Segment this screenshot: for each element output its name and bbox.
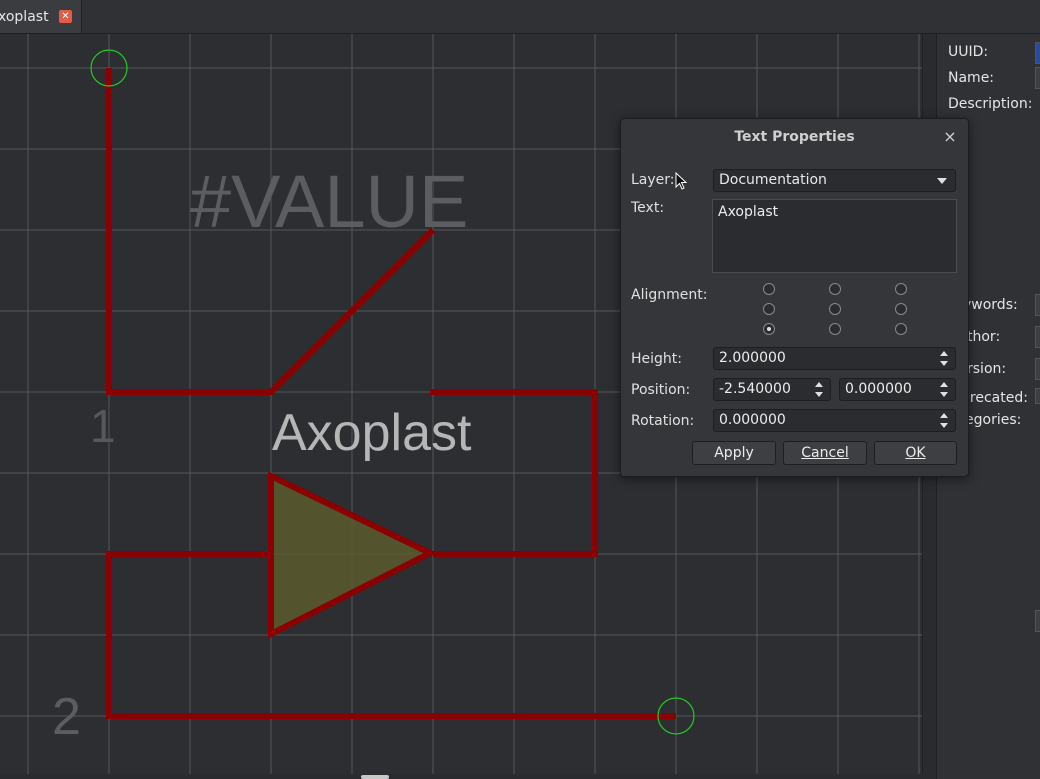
- apply-button[interactable]: Apply: [692, 441, 776, 465]
- spin-arrows-icon[interactable]: [940, 382, 950, 398]
- amplifier-triangle-fill[interactable]: [271, 476, 430, 634]
- position-y-value: 0.000000: [845, 381, 912, 397]
- rotation-label: Rotation:: [631, 413, 695, 429]
- tab-bar: xoplast ✕: [0, 0, 1040, 34]
- name-text[interactable]: Axoplast: [272, 404, 472, 462]
- deprecated-label: precated:: [961, 390, 1028, 406]
- layer-label: Layer:: [631, 172, 675, 188]
- position-y-spinbox[interactable]: 0.000000: [839, 378, 956, 401]
- text-properties-dialog: Text Properties × Layer: Documentation T…: [620, 118, 969, 477]
- value-text[interactable]: #VALUE: [190, 160, 468, 243]
- text-input[interactable]: Axoplast: [712, 199, 957, 273]
- position-x-spinbox[interactable]: -2.540000: [713, 378, 831, 401]
- align-top-right-radio[interactable]: [895, 283, 907, 295]
- align-top-center-radio[interactable]: [829, 283, 841, 295]
- height-label: Height:: [631, 351, 682, 367]
- author-field[interactable]: [1035, 326, 1040, 348]
- alignment-label: Alignment:: [631, 287, 708, 303]
- name-field[interactable]: [1035, 67, 1040, 89]
- pin2-label: 2: [52, 688, 81, 746]
- rotation-spinbox[interactable]: 0.000000: [713, 409, 956, 432]
- mouse-cursor-icon: [675, 172, 687, 190]
- spin-arrows-icon[interactable]: [940, 351, 950, 367]
- author-label: thor:: [967, 329, 1001, 345]
- height-spinbox[interactable]: 2.000000: [713, 347, 956, 370]
- tab-axoplast[interactable]: xoplast ✕: [0, 0, 82, 33]
- position-x-value: -2.540000: [719, 381, 791, 397]
- align-middle-right-radio[interactable]: [895, 303, 907, 315]
- uuid-label: UUID:: [948, 44, 989, 60]
- version-label: rsion:: [967, 361, 1007, 377]
- close-icon[interactable]: ×: [942, 127, 958, 146]
- align-middle-left-radio[interactable]: [763, 303, 775, 315]
- position-label: Position:: [631, 382, 691, 398]
- align-bottom-right-radio[interactable]: [895, 323, 907, 335]
- deprecated-checkbox[interactable]: [1035, 388, 1040, 404]
- align-top-left-radio[interactable]: [763, 283, 775, 295]
- align-bottom-left-radio[interactable]: [763, 323, 775, 335]
- scrollbar-thumb[interactable]: [361, 775, 389, 779]
- align-bottom-center-radio[interactable]: [829, 323, 841, 335]
- ok-button[interactable]: OK: [874, 441, 957, 465]
- cancel-button[interactable]: Cancel: [783, 441, 867, 465]
- name-label: Name:: [948, 70, 995, 86]
- pin1-label: 1: [90, 400, 116, 452]
- layer-select-value: Documentation: [719, 172, 827, 188]
- spin-arrows-icon[interactable]: [940, 413, 950, 429]
- horizontal-scrollbar[interactable]: [0, 774, 936, 779]
- align-middle-center-radio[interactable]: [829, 303, 841, 315]
- chevron-down-icon: [937, 178, 947, 184]
- keywords-label: ywords:: [963, 297, 1018, 313]
- uuid-field[interactable]: [1035, 42, 1040, 64]
- layer-select[interactable]: Documentation: [713, 169, 956, 192]
- rotation-value: 0.000000: [719, 412, 786, 428]
- categories-label: egories:: [965, 412, 1022, 428]
- description-label: Description:: [948, 96, 1033, 112]
- dialog-title: Text Properties: [734, 129, 855, 145]
- close-icon[interactable]: ✕: [59, 10, 72, 23]
- tab-label: xoplast: [0, 8, 49, 25]
- height-value: 2.000000: [719, 350, 786, 366]
- keywords-field[interactable]: [1035, 294, 1040, 316]
- panel-field[interactable]: [1035, 610, 1040, 632]
- spin-arrows-icon[interactable]: [815, 382, 825, 398]
- version-field[interactable]: [1035, 358, 1040, 380]
- app-window: xoplast ✕ #VALUE Axoplast 1 2 UUID: Name…: [0, 0, 1040, 779]
- text-label: Text:: [631, 200, 665, 216]
